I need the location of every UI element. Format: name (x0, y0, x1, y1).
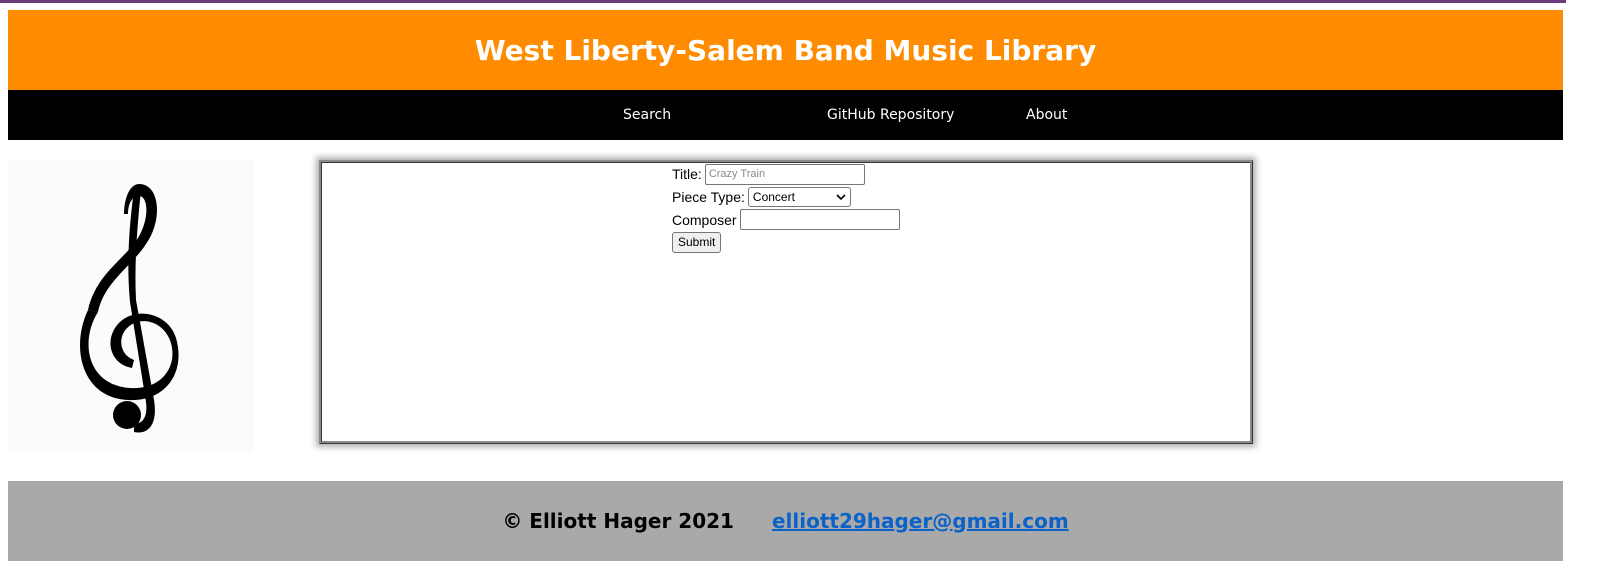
composer-label: Composer (672, 211, 737, 228)
nav-link-about[interactable]: About (1026, 90, 1067, 140)
treble-clef-icon (80, 184, 179, 433)
submit-row: Submit (672, 231, 900, 254)
email-link[interactable]: elliott29hager@gmail.com (772, 509, 1069, 533)
submit-button[interactable]: Submit (672, 231, 722, 253)
composer-row: Composer (672, 208, 900, 231)
composer-input[interactable] (739, 209, 900, 231)
main-content: Title: Piece Type: Concert Composer (8, 140, 1563, 481)
chevron-down-icon (836, 193, 846, 200)
page: West Liberty-Salem Band Music Library Se… (8, 10, 1563, 561)
site-header: West Liberty-Salem Band Music Library (8, 10, 1563, 90)
search-form-panel: Title: Piece Type: Concert Composer (319, 160, 1253, 444)
scrollbar-area (1566, 0, 1597, 579)
nav-bar: Search GitHub Repository About (8, 90, 1563, 140)
top-border (0, 0, 1597, 3)
piece-type-select[interactable]: Concert (747, 187, 851, 208)
title-input[interactable] (704, 163, 865, 185)
page-title: West Liberty-Salem Band Music Library (474, 33, 1097, 67)
nav-link-search[interactable]: Search (623, 90, 671, 140)
piece-type-label: Piece Type: (672, 189, 745, 206)
logo-image (8, 160, 254, 453)
copyright-text: © Elliott Hager 2021 (502, 509, 734, 533)
title-label: Title: (672, 166, 702, 183)
piece-type-row: Piece Type: Concert (672, 186, 900, 209)
site-footer: © Elliott Hager 2021 elliott29hager@gmai… (8, 481, 1563, 561)
title-row: Title: (672, 163, 900, 186)
search-form: Title: Piece Type: Concert Composer (672, 163, 900, 254)
nav-link-github-repository[interactable]: GitHub Repository (827, 90, 954, 140)
piece-type-value: Concert (752, 190, 795, 205)
